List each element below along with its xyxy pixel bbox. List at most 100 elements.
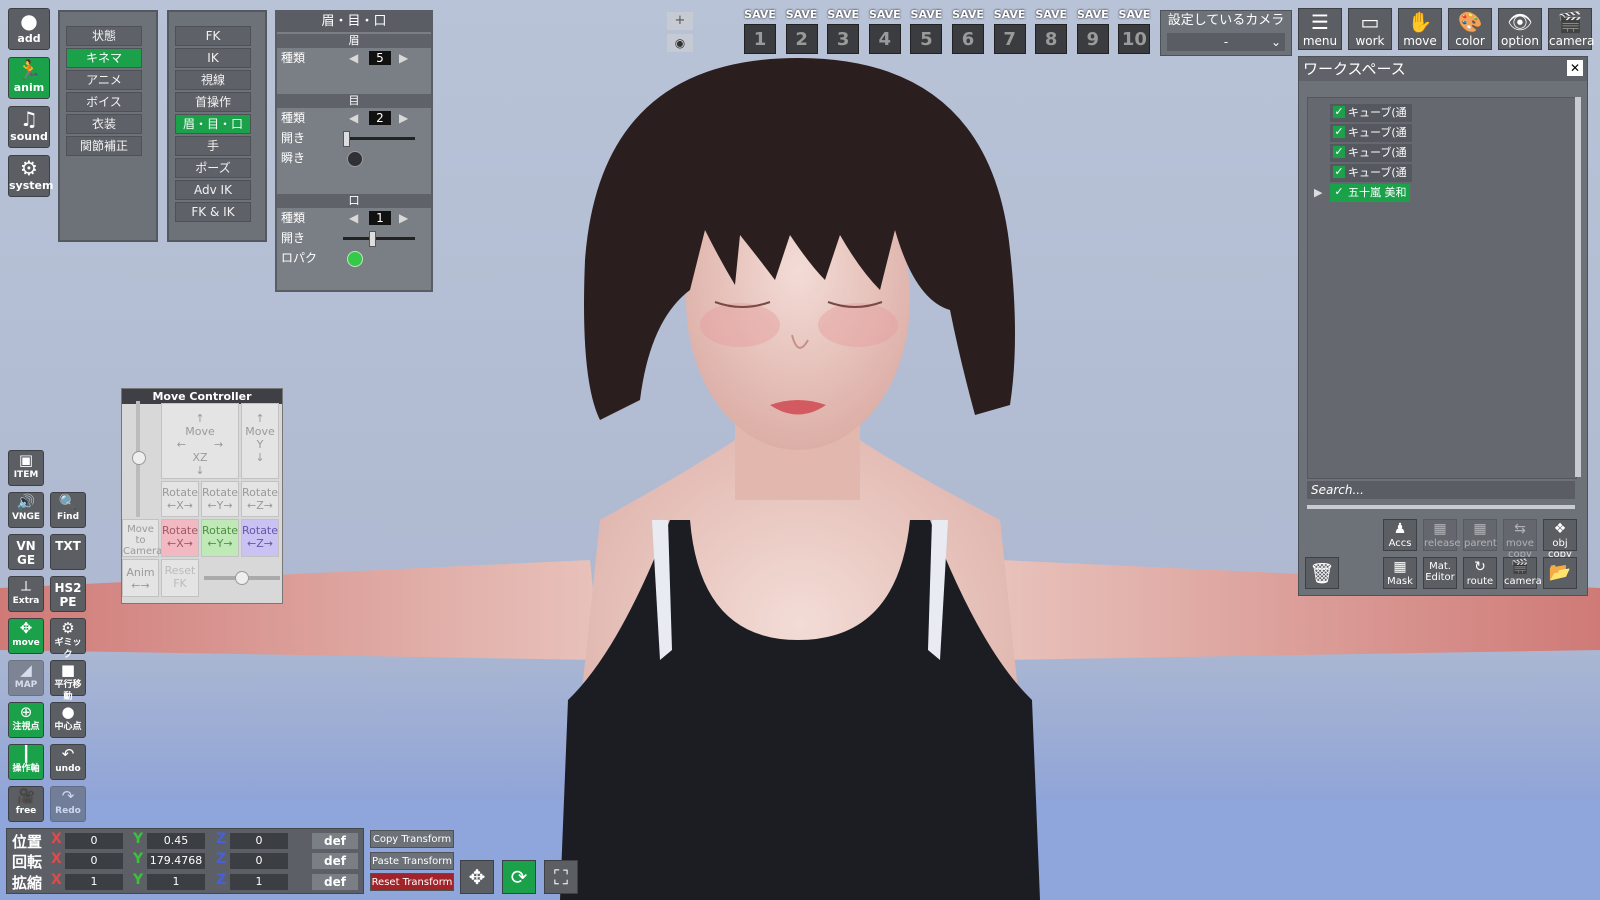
rotation-def-button[interactable]: def (312, 853, 358, 869)
tree-item[interactable]: ✓キューブ(通常) (1330, 124, 1412, 157)
add-button[interactable]: ● add (8, 8, 50, 50)
menu2-item[interactable]: 視線 (175, 70, 251, 90)
color-button[interactable]: 🎨 color (1448, 8, 1492, 50)
rotate-x-world-button[interactable]: Rotate ←X→ (161, 481, 199, 517)
mouth-open-slider[interactable] (343, 237, 415, 240)
copy-transform-button[interactable]: Copy Transform (370, 830, 454, 848)
hs2pe-button[interactable]: HS2 PE (50, 576, 86, 612)
blink-toggle[interactable] (347, 151, 363, 167)
save-slot-3[interactable]: SAVE 3 (825, 8, 861, 56)
open-folder-button[interactable]: 📂 (1543, 557, 1577, 589)
save-slot-10[interactable]: SAVE 10 (1116, 8, 1152, 56)
menu2-item[interactable]: 首操作 (175, 92, 251, 112)
check-icon[interactable]: ✓ (1333, 166, 1345, 178)
eye-prev-arrow-icon[interactable]: ◀ (349, 108, 358, 128)
release-button[interactable]: ▦ release (1423, 519, 1460, 551)
menu1-item[interactable]: 状態 (66, 26, 142, 46)
save-slot-7[interactable]: SAVE 7 (992, 8, 1028, 56)
position-y-input[interactable]: 0.45 (147, 833, 205, 849)
free-camera-button[interactable]: 🎥 free (8, 786, 44, 822)
save-slot-8[interactable]: SAVE 8 (1033, 8, 1069, 56)
menu1-item[interactable]: 衣装 (66, 114, 142, 134)
scale-x-input[interactable]: 1 (65, 874, 123, 890)
menu1-item-active[interactable]: キネマ (66, 48, 142, 68)
camera-selector[interactable]: 設定しているカメラ - ⌄ (1160, 10, 1292, 56)
lipsync-toggle[interactable] (347, 251, 363, 267)
redo-button[interactable]: ↷ Redo (50, 786, 86, 822)
find-button[interactable]: 🔍 Find (50, 492, 86, 528)
gimmick-button[interactable]: ⚙ ギミック (50, 618, 86, 660)
rotate-x-local-button[interactable]: Rotate ←X→ (161, 519, 199, 557)
mouth-prev-arrow-icon[interactable]: ◀ (349, 208, 358, 228)
eye-open-slider[interactable] (343, 137, 415, 140)
vnge-button[interactable]: VN GE (8, 534, 44, 570)
menu2-item[interactable]: FK (175, 26, 251, 46)
menu-button[interactable]: ☰ menu (1298, 8, 1342, 50)
option-button[interactable]: 👁 option (1498, 8, 1542, 50)
delete-button[interactable]: 🗑 (1305, 557, 1339, 589)
camera-button[interactable]: 🎬 camera (1548, 8, 1594, 50)
move-copy-button[interactable]: ⇆ move copy (1503, 519, 1537, 560)
mat-editor-button[interactable]: Mat. Editor (1423, 557, 1457, 589)
menu2-item[interactable]: FK & IK (175, 202, 251, 222)
work-button[interactable]: ▭ work (1348, 8, 1392, 50)
move-y-pad[interactable]: ↑ Move Y ↓ (241, 403, 279, 479)
operation-axis-button[interactable]: ┃ 操作軸 (8, 744, 44, 780)
check-icon[interactable]: ✓ (1333, 186, 1345, 198)
tree-item-selected[interactable]: ▶ ✓ 五十嵐 美和 (1314, 184, 1410, 202)
speed-slider-thumb[interactable] (132, 451, 146, 465)
check-icon[interactable]: ✓ (1333, 126, 1345, 138)
move-to-camera-button[interactable]: Move to Camera (122, 519, 162, 557)
check-icon[interactable]: ✓ (1333, 146, 1345, 158)
rotate-gizmo-icon[interactable]: ⟳ (502, 860, 536, 894)
rotation-y-input[interactable]: 179.4768 (147, 853, 205, 869)
move-tool-button[interactable]: ✥ move (8, 618, 44, 654)
menu2-item-active[interactable]: 眉・目・口 (175, 114, 251, 134)
position-def-button[interactable]: def (312, 833, 358, 849)
rotate-z-world-button[interactable]: Rotate ←Z→ (241, 481, 279, 517)
position-z-input[interactable]: 0 (230, 833, 288, 849)
mask-button[interactable]: ▦ Mask (1383, 557, 1417, 589)
save-slot-4[interactable]: SAVE 4 (867, 8, 903, 56)
extra-button[interactable]: ⟂ Extra (8, 576, 44, 612)
view-eye-icon[interactable]: ◉ (667, 34, 693, 52)
position-x-input[interactable]: 0 (65, 833, 123, 849)
workspace-vertical-scrollbar[interactable] (1575, 97, 1581, 477)
rotate-z-local-button[interactable]: Rotate ←Z→ (241, 519, 279, 557)
menu2-item[interactable]: IK (175, 48, 251, 68)
menu2-item[interactable]: ポーズ (175, 158, 251, 178)
vngetxt-button[interactable]: TXT (50, 534, 86, 570)
reset-transform-button[interactable]: Reset Transform (370, 873, 454, 891)
menu1-item[interactable]: ボイス (66, 92, 142, 112)
rotate-y-world-button[interactable]: Rotate ←Y→ (201, 481, 239, 517)
menu2-item[interactable]: 手 (175, 136, 251, 156)
vngesound-button[interactable]: 🔊 VNGE (8, 492, 44, 528)
add-view-button[interactable]: + (667, 12, 693, 30)
paste-transform-button[interactable]: Paste Transform (370, 852, 454, 870)
menu1-item[interactable]: アニメ (66, 70, 142, 90)
scale-y-input[interactable]: 1 (147, 874, 205, 890)
save-slot-1[interactable]: SAVE 1 (742, 8, 778, 56)
item-button[interactable]: ▣ ITEM (8, 450, 44, 486)
anim-button[interactable]: 🏃 anim (8, 57, 50, 99)
move-xz-pad[interactable]: ↑ Move ← → XZ ↓ (161, 403, 239, 479)
tree-item[interactable]: ✓キューブ(通常) (1330, 144, 1412, 177)
scale-def-button[interactable]: def (312, 874, 358, 890)
accs-button[interactable]: ♟ Accs (1383, 519, 1417, 551)
ws-camera-button[interactable]: 🎬 camera (1503, 557, 1542, 589)
move-button[interactable]: ✋ move (1398, 8, 1442, 50)
save-slot-9[interactable]: SAVE 9 (1075, 8, 1111, 56)
save-slot-6[interactable]: SAVE 6 (950, 8, 986, 56)
workspace-scrollbar[interactable] (1307, 505, 1575, 509)
check-icon[interactable]: ✓ (1333, 106, 1345, 118)
menu1-item[interactable]: 関節補正 (66, 136, 142, 156)
tree-item[interactable]: ✓キューブ(通常) (1330, 164, 1412, 197)
scale-gizmo-icon[interactable]: ⛶ (544, 860, 578, 894)
expand-arrow-icon[interactable]: ▶ (1314, 184, 1322, 202)
parallel-move-button[interactable]: ■ 平行移動 (50, 660, 86, 702)
route-button[interactable]: ↻ route (1463, 557, 1497, 589)
menu2-item[interactable]: Adv IK (175, 180, 251, 200)
center-point-button[interactable]: ● 中心点 (50, 702, 86, 738)
undo-button[interactable]: ↶ undo (50, 744, 86, 780)
rotation-x-input[interactable]: 0 (65, 853, 123, 869)
